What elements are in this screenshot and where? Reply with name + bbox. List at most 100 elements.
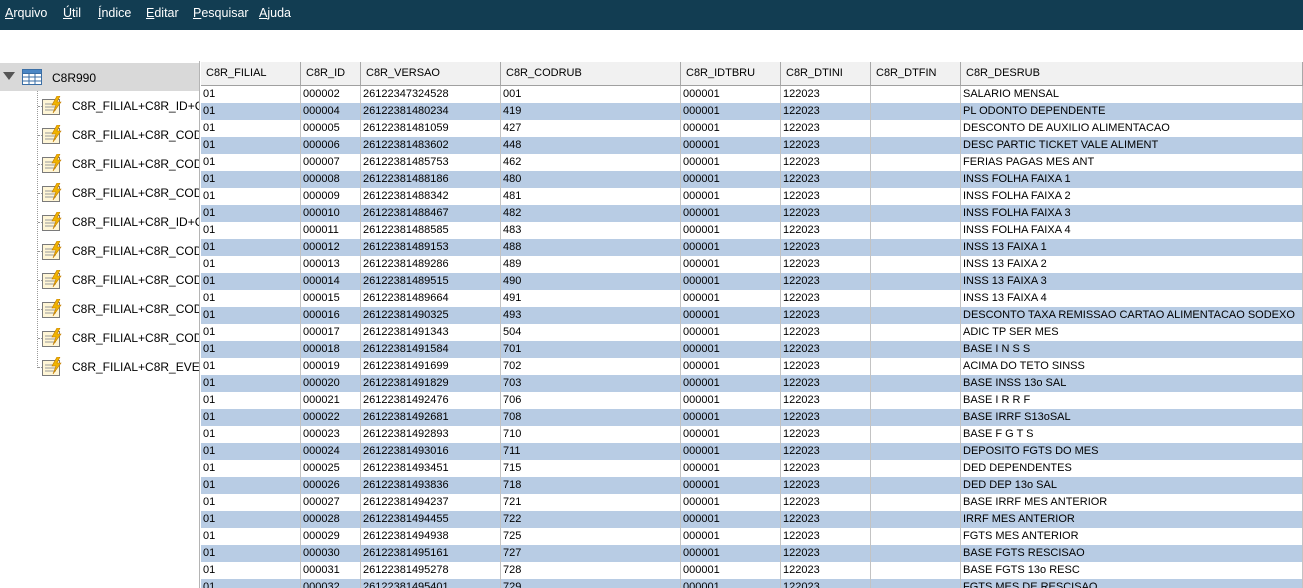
- table-cell[interactable]: PL ODONTO DEPENDENTE: [961, 103, 1303, 120]
- table-cell[interactable]: [871, 579, 961, 588]
- table-cell[interactable]: 122023: [781, 528, 871, 545]
- table-cell[interactable]: INSS 13 FAIXA 2: [961, 256, 1303, 273]
- table-cell[interactable]: [871, 477, 961, 494]
- table-cell[interactable]: 000015: [301, 290, 361, 307]
- table-cell[interactable]: 01: [201, 579, 301, 588]
- table-cell[interactable]: 01: [201, 324, 301, 341]
- table-cell[interactable]: 708: [501, 409, 681, 426]
- table-cell[interactable]: 26122381494455: [361, 511, 501, 528]
- menu-item[interactable]: Pesquisar: [193, 6, 249, 20]
- table-cell[interactable]: 001: [501, 86, 681, 103]
- table-cell[interactable]: 725: [501, 528, 681, 545]
- table-cell[interactable]: INSS 13 FAIXA 3: [961, 273, 1303, 290]
- table-cell[interactable]: INSS FOLHA FAIXA 3: [961, 205, 1303, 222]
- tree-index-item[interactable]: C8R_FILIAL+C8R_ID+C8R_VERSAO: [28, 95, 199, 119]
- table-row[interactable]: 01 000025 26122381493451 715 000001 122023 DED…: [201, 460, 1303, 477]
- table-cell[interactable]: [871, 86, 961, 103]
- table-cell[interactable]: 000001: [681, 120, 781, 137]
- table-cell[interactable]: [871, 545, 961, 562]
- column-header[interactable]: C8R_ID: [301, 62, 361, 85]
- table-cell[interactable]: 122023: [781, 290, 871, 307]
- table-row[interactable]: 01 000004 26122381480234 419 000001 122023 PL …: [201, 103, 1303, 120]
- table-cell[interactable]: 26122381491584: [361, 341, 501, 358]
- tree-index-item[interactable]: C8R_FILIAL+C8R_CODRUB: [28, 153, 199, 177]
- table-cell[interactable]: 000001: [681, 86, 781, 103]
- table-cell[interactable]: BASE FGTS 13o RESC: [961, 562, 1303, 579]
- table-cell[interactable]: 01: [201, 205, 301, 222]
- table-cell[interactable]: 122023: [781, 358, 871, 375]
- table-cell[interactable]: 122023: [781, 103, 871, 120]
- table-cell[interactable]: 480: [501, 171, 681, 188]
- table-cell[interactable]: 01: [201, 341, 301, 358]
- table-cell[interactable]: 000013: [301, 256, 361, 273]
- table-cell[interactable]: 01: [201, 239, 301, 256]
- column-header[interactable]: C8R_DTINI: [781, 62, 871, 85]
- table-cell[interactable]: 122023: [781, 239, 871, 256]
- table-cell[interactable]: 26122381495401: [361, 579, 501, 588]
- table-cell[interactable]: 26122381490325: [361, 307, 501, 324]
- table-row[interactable]: 01 000021 26122381492476 706 000001 122023 BAS…: [201, 392, 1303, 409]
- table-cell[interactable]: 122023: [781, 137, 871, 154]
- table-cell[interactable]: 000001: [681, 341, 781, 358]
- table-cell[interactable]: [871, 239, 961, 256]
- table-cell[interactable]: 000007: [301, 154, 361, 171]
- table-cell[interactable]: 122023: [781, 307, 871, 324]
- table-cell[interactable]: 000001: [681, 460, 781, 477]
- table-cell[interactable]: [871, 188, 961, 205]
- table-row[interactable]: 01 000009 26122381488342 481 000001 122023 INS…: [201, 188, 1303, 205]
- column-header[interactable]: C8R_FILIAL: [201, 62, 301, 85]
- table-cell[interactable]: 000001: [681, 137, 781, 154]
- table-cell[interactable]: 703: [501, 375, 681, 392]
- table-cell[interactable]: 26122381489286: [361, 256, 501, 273]
- table-cell[interactable]: 481: [501, 188, 681, 205]
- table-cell[interactable]: 122023: [781, 494, 871, 511]
- table-row[interactable]: 01 000011 26122381488585 483 000001 122023 INS…: [201, 222, 1303, 239]
- table-cell[interactable]: 26122381480234: [361, 103, 501, 120]
- table-cell[interactable]: BASE INSS 13o SAL: [961, 375, 1303, 392]
- table-cell[interactable]: 01: [201, 392, 301, 409]
- table-cell[interactable]: 01: [201, 86, 301, 103]
- table-cell[interactable]: 26122381492476: [361, 392, 501, 409]
- table-cell[interactable]: 26122347324528: [361, 86, 501, 103]
- table-cell[interactable]: 490: [501, 273, 681, 290]
- table-cell[interactable]: 462: [501, 154, 681, 171]
- table-cell[interactable]: 000030: [301, 545, 361, 562]
- table-cell[interactable]: INSS FOLHA FAIXA 1: [961, 171, 1303, 188]
- table-cell[interactable]: 122023: [781, 562, 871, 579]
- table-cell[interactable]: 26122381489515: [361, 273, 501, 290]
- table-cell[interactable]: 000029: [301, 528, 361, 545]
- table-cell[interactable]: 122023: [781, 273, 871, 290]
- table-cell[interactable]: 01: [201, 256, 301, 273]
- table-cell[interactable]: 715: [501, 460, 681, 477]
- table-cell[interactable]: 122023: [781, 205, 871, 222]
- table-cell[interactable]: 000014: [301, 273, 361, 290]
- table-row[interactable]: 01 000005 26122381481059 427 000001 122023 DES…: [201, 120, 1303, 137]
- table-cell[interactable]: [871, 375, 961, 392]
- table-cell[interactable]: 000024: [301, 443, 361, 460]
- table-cell[interactable]: 122023: [781, 477, 871, 494]
- table-cell[interactable]: 701: [501, 341, 681, 358]
- table-cell[interactable]: [871, 358, 961, 375]
- table-cell[interactable]: 26122381495278: [361, 562, 501, 579]
- menu-item[interactable]: Ajuda: [259, 6, 291, 20]
- table-cell[interactable]: 122023: [781, 460, 871, 477]
- table-row[interactable]: 01 000032 26122381495401 729 000001 122023 FGT…: [201, 579, 1303, 588]
- menu-item[interactable]: Arquivo: [5, 6, 47, 20]
- table-row[interactable]: 01 000017 26122381491343 504 000001 122023 ADI…: [201, 324, 1303, 341]
- table-cell[interactable]: [871, 222, 961, 239]
- table-cell[interactable]: [871, 103, 961, 120]
- table-cell[interactable]: 000018: [301, 341, 361, 358]
- table-row[interactable]: 01 000026 26122381493836 718 000001 122023 DED…: [201, 477, 1303, 494]
- table-cell[interactable]: DEPOSITO FGTS DO MES: [961, 443, 1303, 460]
- table-cell[interactable]: 26122381488186: [361, 171, 501, 188]
- menu-item[interactable]: Editar: [146, 6, 179, 20]
- table-cell[interactable]: 000001: [681, 188, 781, 205]
- table-cell[interactable]: 01: [201, 120, 301, 137]
- table-cell[interactable]: 722: [501, 511, 681, 528]
- table-cell[interactable]: 729: [501, 579, 681, 588]
- table-cell[interactable]: FGTS MES ANTERIOR: [961, 528, 1303, 545]
- table-cell[interactable]: 01: [201, 460, 301, 477]
- table-cell[interactable]: 000001: [681, 171, 781, 188]
- table-cell[interactable]: 122023: [781, 86, 871, 103]
- table-cell[interactable]: 000001: [681, 392, 781, 409]
